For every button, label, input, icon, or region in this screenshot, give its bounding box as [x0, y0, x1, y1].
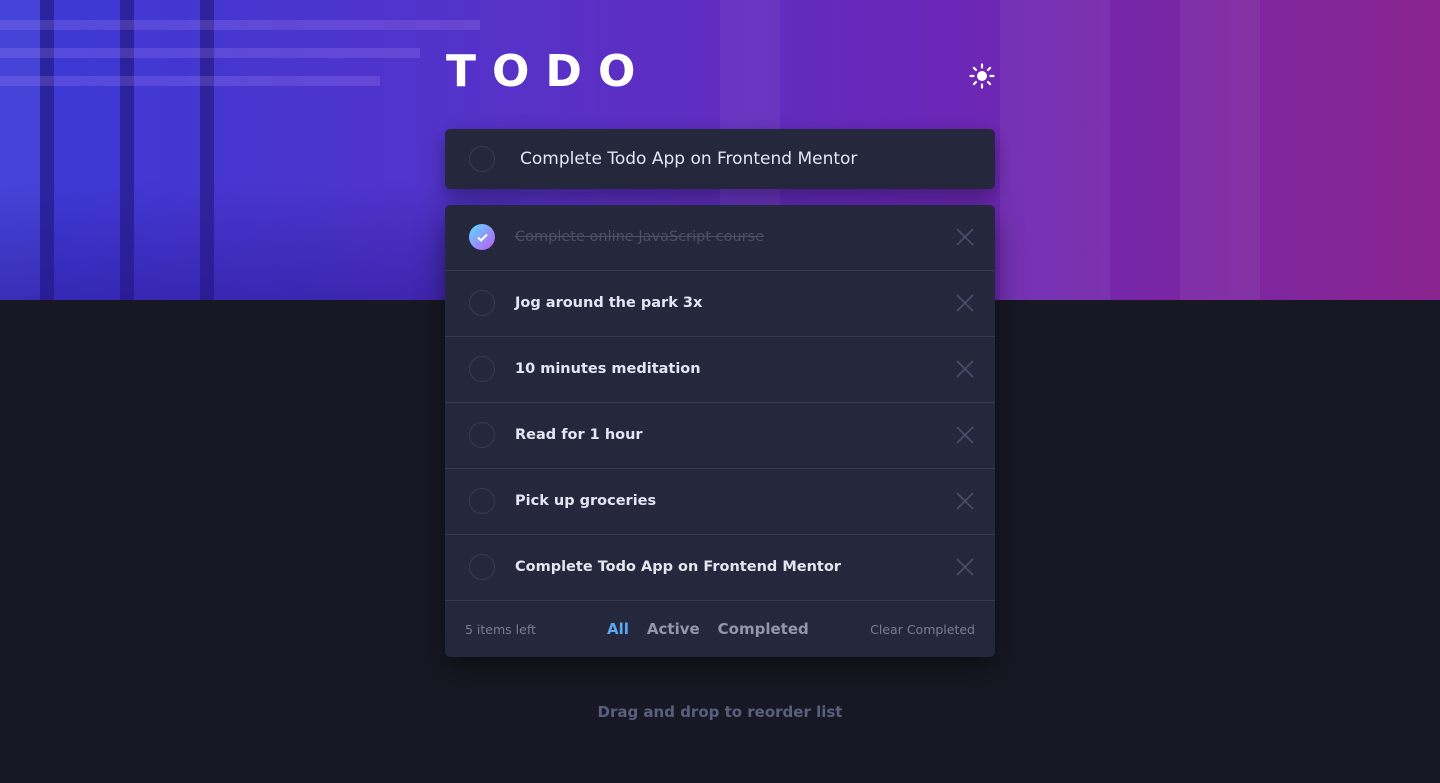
todo-text: Jog around the park 3x [515, 295, 703, 311]
delete-todo-button[interactable] [955, 359, 975, 379]
todo-checkbox[interactable] [469, 290, 495, 316]
sun-icon [969, 63, 995, 89]
close-icon [956, 360, 974, 378]
todo-item[interactable]: 10 minutes meditation [445, 337, 995, 403]
todo-item[interactable]: Pick up groceries [445, 469, 995, 535]
todo-list: Complete online JavaScript course Jog ar… [445, 205, 995, 657]
filter-active[interactable]: Active [647, 620, 700, 638]
clear-completed-button[interactable]: Clear Completed [870, 601, 975, 657]
todo-checkbox-checked[interactable] [469, 224, 495, 250]
new-todo-field: Complete Todo App on Frontend Mentor [445, 129, 995, 189]
filter-all[interactable]: All [607, 620, 629, 638]
todo-checkbox[interactable] [469, 422, 495, 448]
todo-text: Complete Todo App on Frontend Mentor [515, 559, 841, 575]
app-title: TODO [446, 46, 652, 97]
todo-text: Read for 1 hour [515, 427, 643, 443]
filter-group: All Active Completed [607, 601, 809, 657]
delete-todo-button[interactable] [955, 491, 975, 511]
todo-item[interactable]: Complete Todo App on Frontend Mentor [445, 535, 995, 601]
close-icon [956, 558, 974, 576]
delete-todo-button[interactable] [955, 557, 975, 577]
todo-text: 10 minutes meditation [515, 361, 701, 377]
new-todo-check-circle[interactable] [469, 146, 495, 172]
theme-toggle-button[interactable] [964, 60, 1000, 92]
todo-item[interactable]: Read for 1 hour [445, 403, 995, 469]
delete-todo-button[interactable] [955, 227, 975, 247]
reorder-hint: Drag and drop to reorder list [597, 703, 843, 721]
filter-completed[interactable]: Completed [718, 620, 809, 638]
todo-text: Pick up groceries [515, 493, 657, 509]
items-left-count: 5 items left [465, 621, 536, 637]
todo-checkbox[interactable] [469, 356, 495, 382]
close-icon [956, 492, 974, 510]
list-footer: 5 items left All Active Completed Clear … [445, 601, 995, 657]
todo-checkbox[interactable] [469, 554, 495, 580]
todo-item[interactable]: Complete online JavaScript course [445, 205, 995, 271]
todo-item[interactable]: Jog around the park 3x [445, 271, 995, 337]
close-icon [956, 228, 974, 246]
close-icon [956, 426, 974, 444]
new-todo-input[interactable]: Complete Todo App on Frontend Mentor [520, 129, 970, 189]
delete-todo-button[interactable] [955, 425, 975, 445]
todo-checkbox[interactable] [469, 488, 495, 514]
check-icon [476, 233, 488, 242]
todo-text: Complete online JavaScript course [515, 229, 765, 245]
delete-todo-button[interactable] [955, 293, 975, 313]
close-icon [956, 294, 974, 312]
